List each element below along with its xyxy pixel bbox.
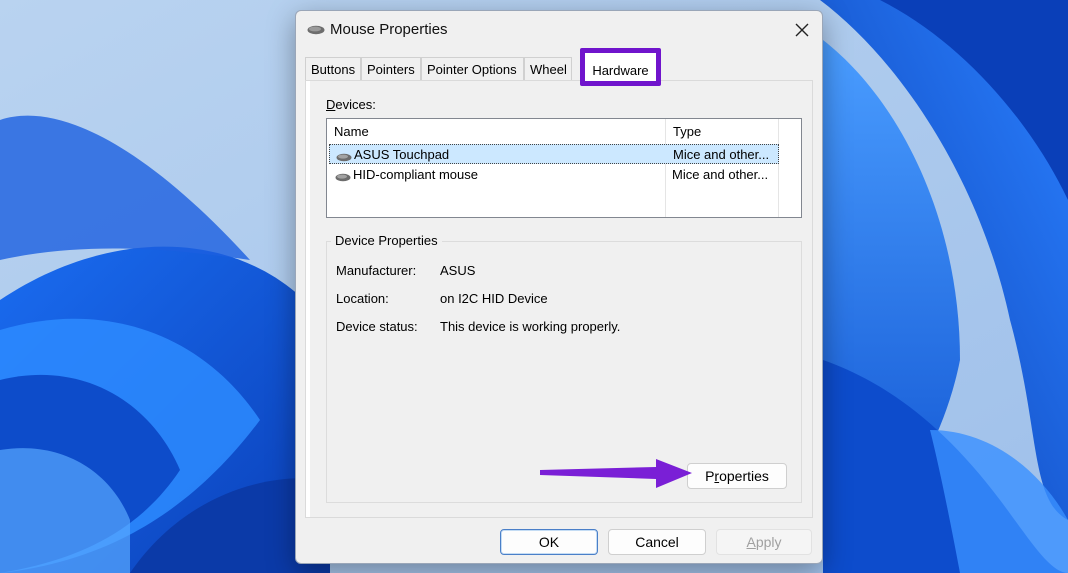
column-header-name[interactable]: Name	[334, 124, 369, 139]
apply-label-accesskey: A	[746, 534, 756, 550]
devices-list[interactable]: Name Type ASUS Touchpad Mice and other..…	[326, 118, 802, 218]
mouse-icon	[336, 150, 352, 165]
device-name: ASUS Touchpad	[354, 147, 450, 162]
location-label: Location:	[336, 291, 389, 306]
device-properties-title: Device Properties	[331, 233, 442, 248]
properties-button[interactable]: Properties	[687, 463, 787, 489]
device-row-hid-compliant-mouse[interactable]: HID-compliant mouse Mice and other...	[329, 165, 779, 185]
properties-label-rest: operties	[719, 468, 769, 484]
arrow-annotation	[540, 459, 692, 488]
device-name: HID-compliant mouse	[353, 167, 478, 182]
tab-wheel[interactable]: Wheel	[524, 57, 572, 81]
manufacturer-label: Manufacturer:	[336, 263, 417, 278]
devices-label-accesskey: D	[326, 97, 336, 112]
device-row-asus-touchpad[interactable]: ASUS Touchpad Mice and other...	[329, 144, 779, 164]
location-value: on I2C HID Device	[440, 291, 548, 306]
ok-button[interactable]: OK	[500, 529, 598, 555]
devices-label-rest: evices:	[335, 97, 376, 112]
cancel-button[interactable]: Cancel	[608, 529, 706, 555]
tab-hardware[interactable]: Hardware	[580, 48, 661, 86]
tab-pointers[interactable]: Pointers	[361, 57, 421, 81]
list-header: Name Type	[327, 119, 801, 143]
device-status-label: Device status:	[336, 319, 418, 334]
devices-label: Devices:	[326, 97, 376, 112]
tab-buttons[interactable]: Buttons	[305, 57, 361, 81]
close-icon	[795, 23, 809, 37]
window-title: Mouse Properties	[330, 21, 448, 38]
device-type: Mice and other...	[672, 167, 769, 182]
title-bar[interactable]: Mouse Properties	[296, 11, 822, 49]
mouse-icon	[335, 170, 351, 185]
apply-label-rest: pply	[755, 534, 782, 550]
tab-pointer-options[interactable]: Pointer Options	[421, 57, 524, 81]
apply-button[interactable]: Apply	[716, 529, 812, 555]
hardware-panel: Devices: Name Type ASUS Touchpad Mice an…	[305, 80, 813, 518]
device-status-value: This device is working properly.	[440, 319, 621, 334]
mouse-icon	[307, 23, 325, 38]
device-type: Mice and other...	[673, 147, 770, 162]
manufacturer-value: ASUS	[440, 263, 476, 278]
column-header-type[interactable]: Type	[673, 124, 701, 139]
close-button[interactable]	[786, 15, 818, 45]
